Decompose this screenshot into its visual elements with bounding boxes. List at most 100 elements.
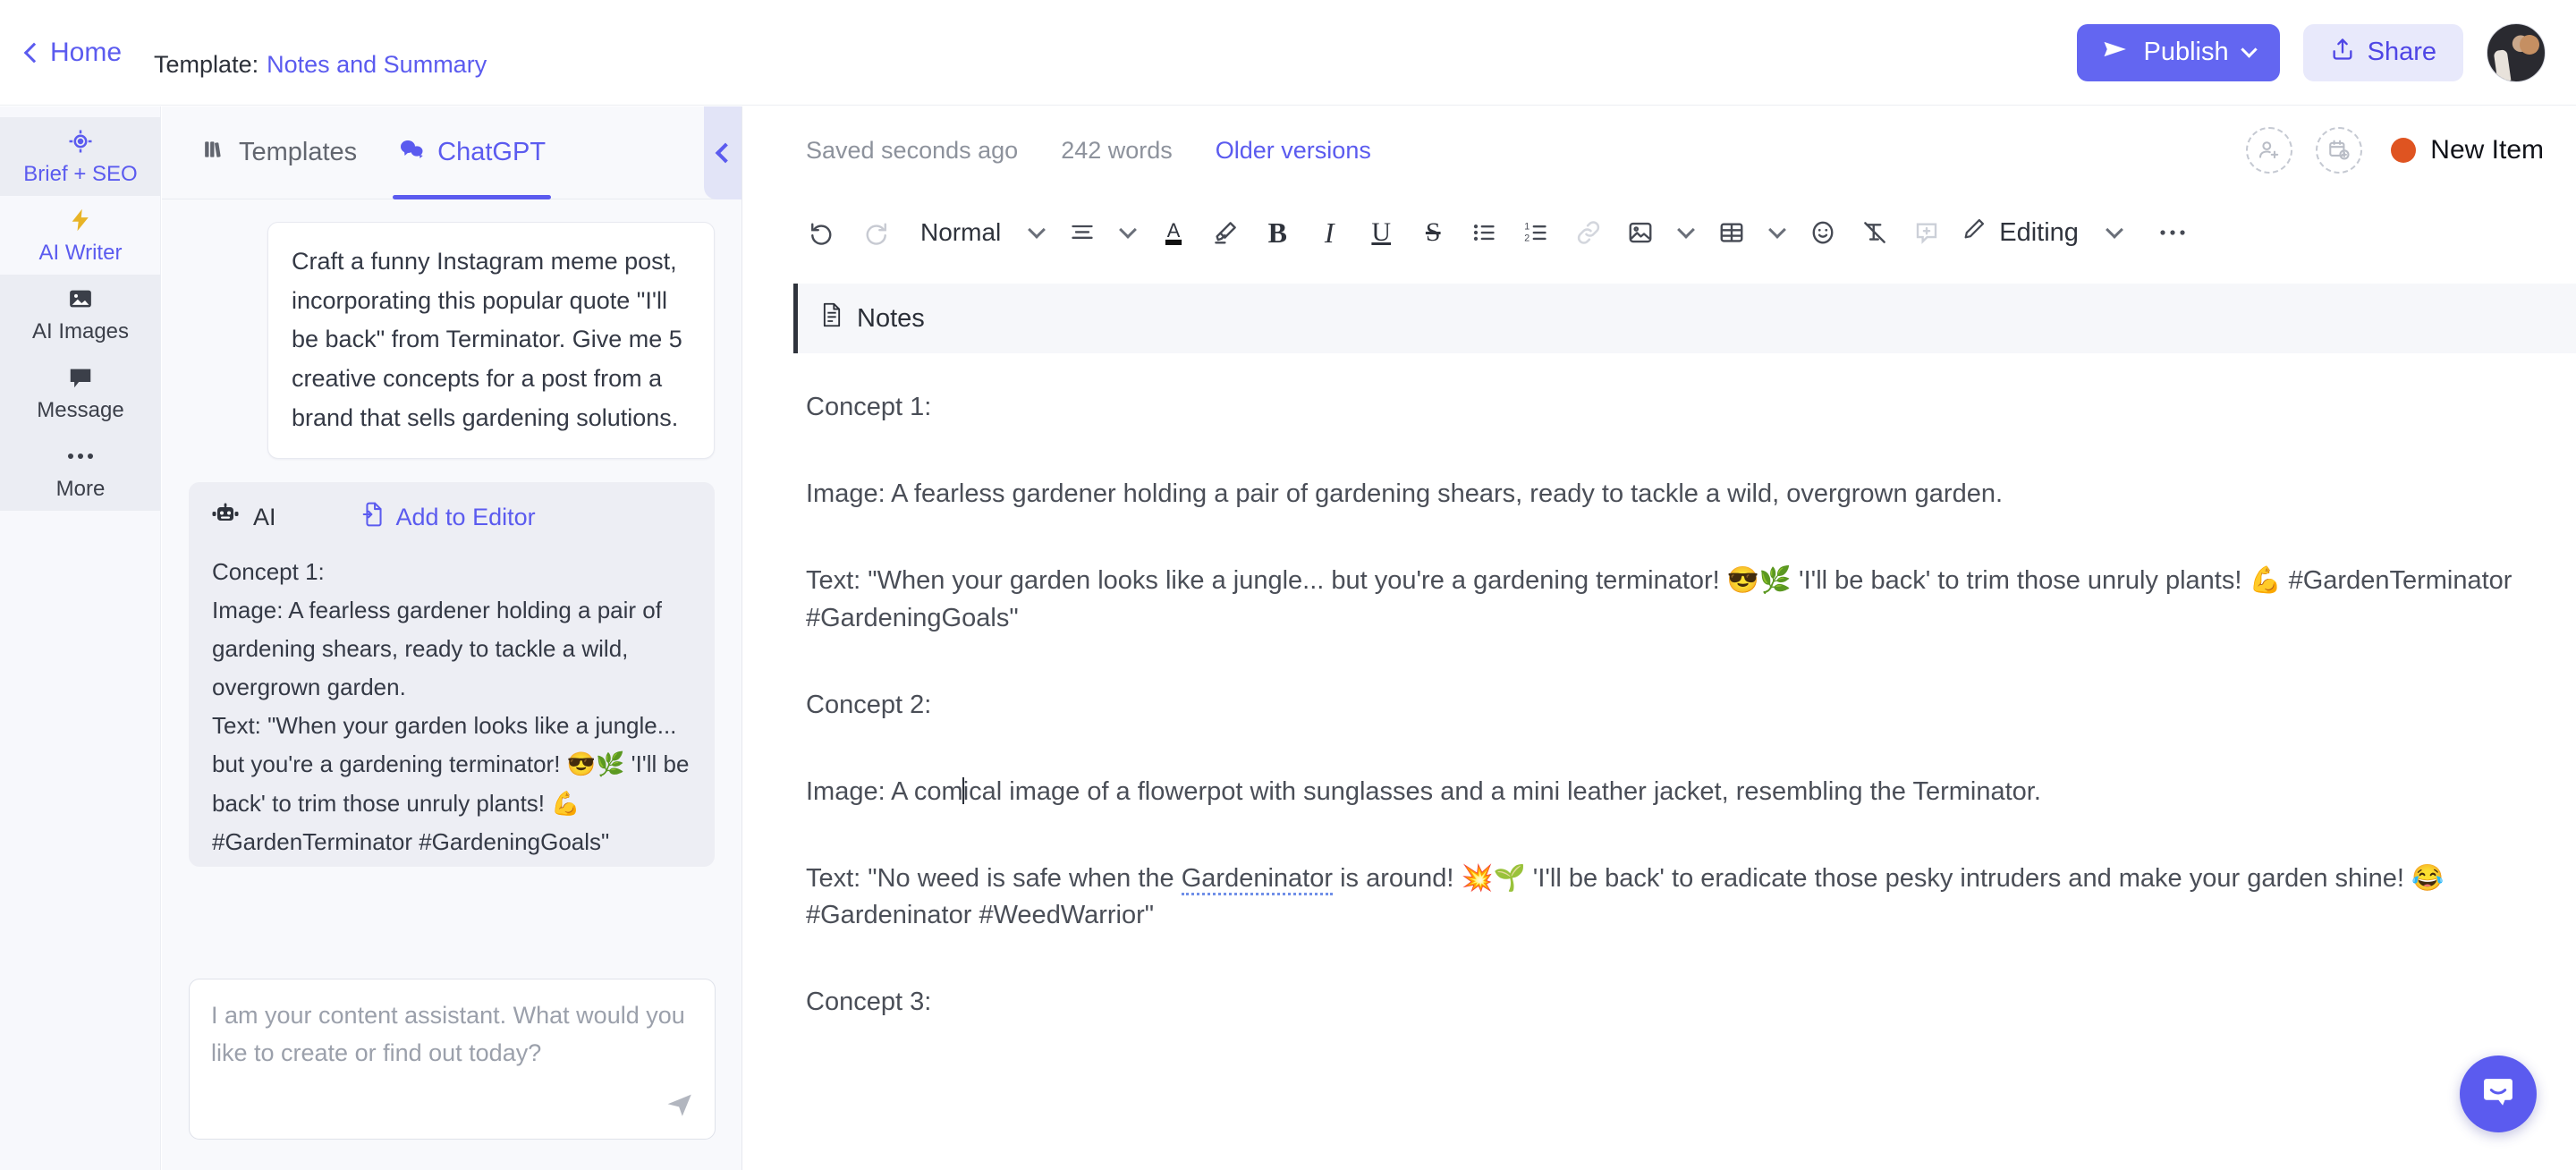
insert-table-button[interactable] <box>1706 207 1758 259</box>
notes-title: Notes <box>857 303 925 333</box>
target-icon <box>67 126 94 157</box>
status-dot-icon <box>2391 138 2417 163</box>
document-icon <box>821 302 843 335</box>
doc-text-segment: Text: "No weed is safe when the <box>806 864 1182 894</box>
add-to-editor-label: Add to Editor <box>395 503 536 530</box>
editor-status-actions: New Item <box>2246 127 2544 174</box>
ai-label: AI <box>253 503 276 530</box>
svg-text:1: 1 <box>1524 221 1530 232</box>
chevron-down-icon <box>2240 41 2258 58</box>
sidebar-item-message[interactable]: Message <box>0 353 161 432</box>
doc-paragraph: Concept 3: <box>806 988 932 1017</box>
italic-button[interactable]: I <box>1303 207 1355 259</box>
intercom-chat-icon <box>2479 1073 2517 1115</box>
chat-composer[interactable]: I am your content assistant. What would … <box>189 979 716 1140</box>
ai-response-header: AI Add to Editor <box>212 502 691 533</box>
avatar[interactable] <box>2487 22 2546 82</box>
tab-label: ChatGPT <box>437 138 547 166</box>
more-options-button[interactable] <box>2147 207 2199 259</box>
publish-label: Publish <box>2143 38 2229 66</box>
ai-response-card: AI Add to Editor Concept 1: Image: A fea… <box>189 481 715 867</box>
publish-button[interactable]: Publish <box>2077 23 2280 81</box>
paragraph-style-caret[interactable] <box>1017 207 1056 259</box>
add-to-editor-button[interactable]: Add to Editor <box>362 502 536 533</box>
status-label: New Item <box>2430 135 2544 165</box>
add-comment-button[interactable] <box>1901 207 1953 259</box>
doc-paragraph: Concept 2: <box>806 690 932 719</box>
ellipsis-icon <box>66 441 95 471</box>
table-caret[interactable] <box>1758 207 1797 259</box>
editing-mode-caret[interactable] <box>2095 207 2134 259</box>
add-assignee-button[interactable] <box>2246 127 2293 174</box>
add-to-document-icon <box>362 502 386 533</box>
redo-button[interactable] <box>849 207 901 259</box>
spellcheck-word: Gardeninator <box>1181 864 1334 896</box>
status-badge[interactable]: New Item <box>2391 135 2544 165</box>
link-button[interactable] <box>1563 207 1614 259</box>
sidebar-item-brief-seo[interactable]: Brief + SEO <box>0 117 161 196</box>
doc-paragraph: Image: A comical image of a flowerpot wi… <box>806 774 2522 810</box>
collapse-panel-button[interactable] <box>704 106 741 199</box>
chevron-down-icon <box>1768 221 1787 239</box>
robot-icon <box>212 503 239 532</box>
older-versions-link[interactable]: Older versions <box>1216 137 1371 165</box>
svg-text:A: A <box>1167 219 1181 242</box>
template-name-link[interactable]: Notes and Summary <box>267 51 487 79</box>
undo-button[interactable] <box>797 207 849 259</box>
doc-paragraph: Concept 1: <box>806 393 932 421</box>
books-icon <box>203 138 226 168</box>
editor-toolbar: Normal A B I U S 12 Editing <box>743 194 2576 271</box>
left-icon-rail: Brief + SEO AI Writer AI Images Message … <box>0 106 161 1170</box>
strikethrough-button[interactable]: S <box>1407 207 1459 259</box>
highlight-color-button[interactable] <box>1199 207 1251 259</box>
svg-text:2: 2 <box>1524 233 1530 243</box>
numbered-list-button[interactable]: 12 <box>1511 207 1563 259</box>
sidebar-item-label: AI Images <box>31 319 130 343</box>
align-button[interactable] <box>1056 207 1108 259</box>
scroll-fade <box>743 1107 2576 1170</box>
chevron-down-icon <box>1028 221 1046 239</box>
chevron-down-icon <box>1677 221 1696 239</box>
chat-bubbles-icon <box>398 138 425 168</box>
home-back-link[interactable]: Home <box>23 37 123 68</box>
doc-paragraph: Text: "When your garden looks like a jun… <box>806 566 2512 632</box>
editor-status-bar: Saved seconds ago 242 words Older versio… <box>743 106 2576 194</box>
editing-mode-label: Editing <box>1999 217 2079 247</box>
tab-label: Templates <box>239 138 358 166</box>
doc-paragraph: Image: A fearless gardener holding a pai… <box>806 479 2004 509</box>
header-actions: Publish Share <box>2077 22 2546 82</box>
bold-button[interactable]: B <box>1251 207 1303 259</box>
text-color-button[interactable]: A <box>1148 207 1199 259</box>
align-caret[interactable] <box>1108 207 1148 259</box>
bullet-list-button[interactable] <box>1459 207 1511 259</box>
template-prefix-label: Template: <box>154 51 259 78</box>
home-label: Home <box>50 37 123 67</box>
emoji-button[interactable] <box>1797 207 1849 259</box>
doc-text-segment: Image: A com <box>806 776 963 806</box>
add-due-date-button[interactable] <box>2316 127 2363 174</box>
image-caret[interactable] <box>1666 207 1706 259</box>
document-body[interactable]: Concept 1: Image: A fearless gardener ho… <box>743 353 2576 1022</box>
sidebar-item-ai-writer[interactable]: AI Writer <box>0 196 161 275</box>
paragraph-style-select[interactable]: Normal <box>901 218 1017 247</box>
breadcrumb: Template: Notes and Summary <box>154 26 487 79</box>
editing-mode-button[interactable]: Editing <box>1953 216 2079 249</box>
doc-text-segment: ical image of a flowerpot with sunglasse… <box>962 776 2041 806</box>
clear-formatting-button[interactable] <box>1849 207 1901 259</box>
send-message-button[interactable] <box>665 1089 695 1124</box>
intercom-chat-button[interactable] <box>2460 1056 2537 1132</box>
insert-image-button[interactable] <box>1614 207 1666 259</box>
lightning-icon <box>68 205 93 235</box>
tab-templates[interactable]: Templates <box>203 106 357 199</box>
chevron-left-icon <box>715 142 736 164</box>
chevron-down-icon <box>2106 221 2123 239</box>
chevron-down-icon <box>1119 221 1138 239</box>
share-button[interactable]: Share <box>2302 23 2463 81</box>
underline-button[interactable]: U <box>1355 207 1407 259</box>
chat-panel: Templates ChatGPT Craft a funny Instagra… <box>162 106 742 1170</box>
tab-chatgpt[interactable]: ChatGPT <box>393 106 551 199</box>
sidebar-item-ai-images[interactable]: AI Images <box>0 275 161 353</box>
image-icon <box>67 284 94 314</box>
sidebar-item-more[interactable]: More <box>0 432 161 511</box>
chat-input-placeholder: I am your content assistant. What would … <box>211 1002 685 1066</box>
